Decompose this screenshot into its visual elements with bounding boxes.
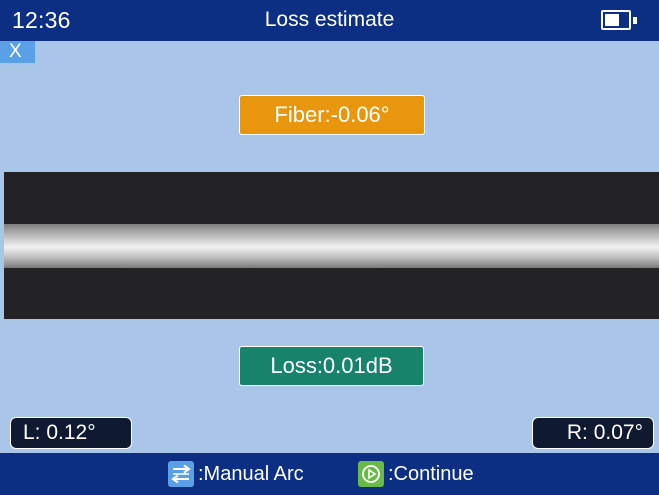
fiber-image-view xyxy=(4,172,659,319)
status-bar: 12:36 Loss estimate xyxy=(0,0,659,41)
right-cleave-angle: R: 0.07° xyxy=(532,417,654,449)
fiber-background-bottom xyxy=(4,268,659,319)
continue-hint[interactable]: :Continue xyxy=(358,460,474,488)
bottom-hint-bar: :Manual Arc :Continue xyxy=(0,453,659,495)
manual-arc-key-icon xyxy=(168,461,194,487)
loss-badge: Loss:0.01dB xyxy=(239,346,424,386)
battery-icon xyxy=(601,10,637,30)
close-button[interactable]: X xyxy=(0,41,35,63)
battery-level-fill xyxy=(605,14,619,26)
fiber-angle-badge: Fiber:-0.06° xyxy=(239,95,425,135)
fiber-background-top xyxy=(4,172,659,224)
manual-arc-label: :Manual Arc xyxy=(198,462,304,485)
fiber-strand xyxy=(4,224,659,268)
left-cleave-angle: L: 0.12° xyxy=(10,417,132,449)
continue-label: :Continue xyxy=(388,462,474,485)
battery-terminal xyxy=(633,17,637,24)
manual-arc-hint[interactable]: :Manual Arc xyxy=(168,460,304,488)
play-circle-icon xyxy=(358,461,384,487)
loss-estimate-screen: 12:36 Loss estimate X Fiber:-0.06° Loss:… xyxy=(0,0,659,495)
screen-title: Loss estimate xyxy=(264,8,395,31)
